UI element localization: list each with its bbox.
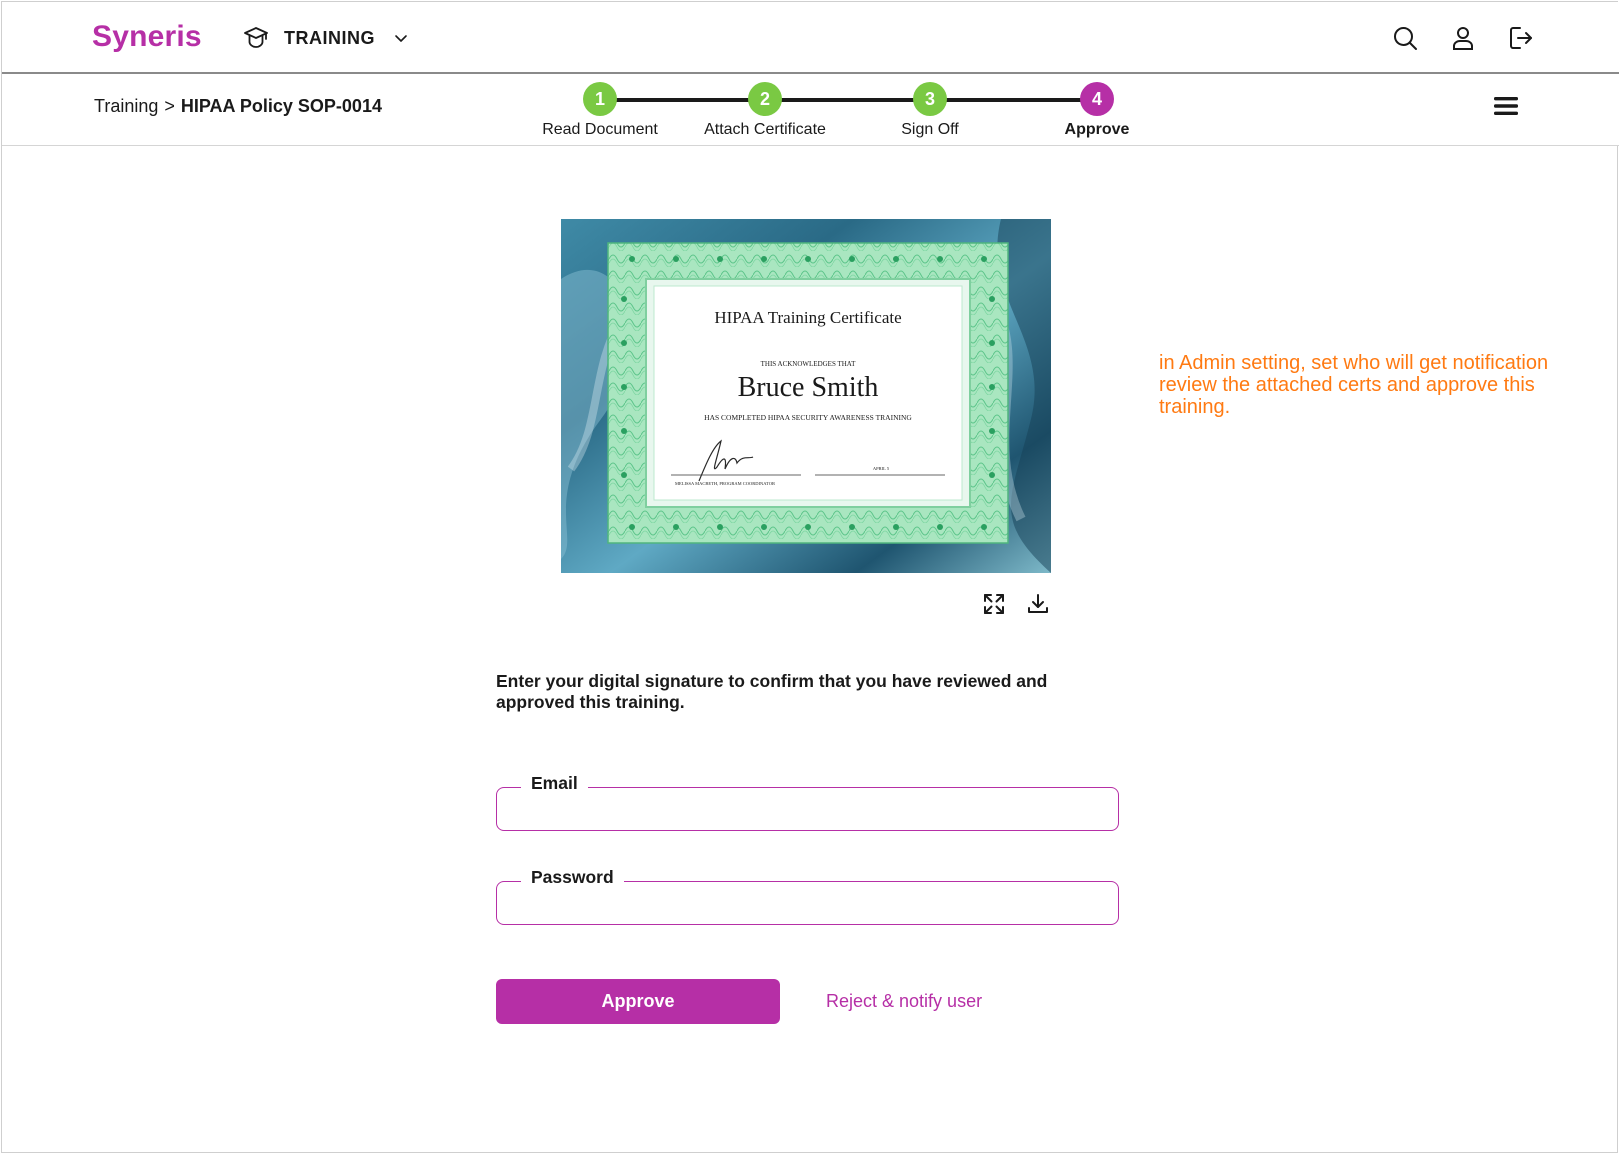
certificate-date: APRIL 5 (873, 466, 890, 471)
step-number: 1 (583, 82, 617, 116)
reject-notify-link[interactable]: Reject & notify user (826, 991, 982, 1012)
password-label: Password (521, 867, 624, 888)
certificate-acknowledges: THIS ACKNOWLEDGES THAT (761, 360, 856, 368)
step-label: Approve (1064, 121, 1130, 138)
step-read-document[interactable]: 1 Read Document (525, 82, 675, 139)
header-actions (1391, 24, 1535, 52)
certificate-actions (982, 592, 1050, 616)
certificate-name: Bruce Smith (738, 372, 879, 403)
password-field[interactable]: Password (496, 867, 1119, 925)
certificate-title: HIPAA Training Certificate (714, 308, 901, 327)
graduation-cap-icon (244, 27, 268, 48)
download-icon[interactable] (1026, 592, 1050, 616)
email-field[interactable]: Email (496, 773, 1119, 831)
breadcrumb: Training > HIPAA Policy SOP-0014 (94, 96, 382, 117)
top-nav: Syneris TRAINING (2, 2, 1619, 74)
module-label: TRAINING (284, 27, 375, 48)
step-number: 4 (1080, 82, 1114, 116)
breadcrumb-separator: > (164, 96, 175, 116)
certificate-completed: HAS COMPLETED HIPAA SECURITY AWARENESS T… (704, 413, 912, 422)
brand-logo[interactable]: Syneris (92, 20, 202, 54)
step-sign-off[interactable]: 3 Sign Off (855, 82, 1005, 139)
email-label: Email (521, 773, 588, 794)
signature-instruction: Enter your digital signature to confirm … (496, 671, 1048, 712)
logout-icon[interactable] (1507, 24, 1535, 52)
certificate-image: HIPAA Training Certificate THIS ACKNOWLE… (561, 219, 1051, 573)
sub-header: Training > HIPAA Policy SOP-0014 1 Read Do… (2, 74, 1619, 146)
step-attach-certificate[interactable]: 2 Attach Certificate (690, 82, 840, 139)
chevron-down-icon (395, 35, 407, 42)
step-number: 3 (913, 82, 947, 116)
search-icon[interactable] (1391, 24, 1419, 52)
app-window: Syneris TRAINING Training > HIPAA Policy… (1, 1, 1619, 1153)
step-number: 2 (748, 82, 782, 116)
expand-icon[interactable] (982, 592, 1006, 616)
module-selector[interactable]: TRAINING (242, 24, 409, 52)
certificate-preview[interactable]: HIPAA Training Certificate THIS ACKNOWLE… (561, 219, 1051, 573)
breadcrumb-parent[interactable]: Training (94, 96, 158, 116)
user-icon[interactable] (1449, 24, 1477, 52)
password-input[interactable] (511, 890, 1101, 916)
approve-button[interactable]: Approve (496, 979, 780, 1024)
step-label: Sign Off (901, 121, 959, 138)
breadcrumb-current: HIPAA Policy SOP-0014 (180, 96, 382, 116)
step-label: Attach Certificate (704, 121, 826, 138)
step-label: Read Document (542, 121, 658, 138)
admin-annotation-note: in Admin setting, set who will get notif… (1159, 352, 1549, 418)
hamburger-menu-icon[interactable] (1493, 94, 1519, 118)
progress-stepper: 1 Read Document 2 Attach Certificate 3 S… (522, 82, 1142, 142)
email-input[interactable] (511, 796, 1101, 822)
step-approve[interactable]: 4 Approve (1022, 82, 1172, 139)
